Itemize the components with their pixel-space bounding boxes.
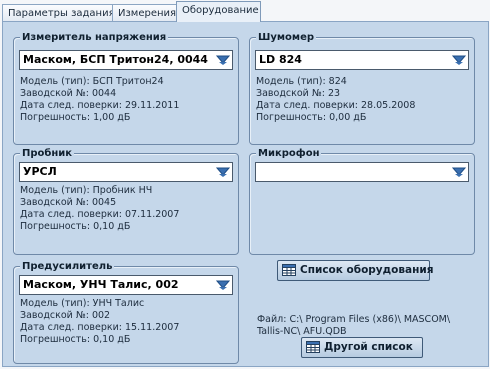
voltmeter-verification-date: Дата след. поверки: 29.11.2011 bbox=[20, 100, 180, 111]
voltmeter-select[interactable]: Маском, БСП Тритон24, 0044 bbox=[19, 50, 233, 70]
noisemeter-select[interactable]: LD 824 bbox=[255, 50, 469, 70]
noisemeter-verification-date: Дата след. поверки: 28.05.2008 bbox=[256, 100, 416, 111]
preamp-model: Модель (тип): УНЧ Талис bbox=[20, 298, 145, 309]
voltmeter-selected-value: Маском, БСП Тритон24, 0044 bbox=[23, 53, 208, 66]
dropdown-arrow-icon[interactable] bbox=[216, 166, 230, 178]
microphone-select[interactable] bbox=[255, 162, 469, 182]
table-list-icon bbox=[282, 264, 296, 276]
dropdown-arrow-icon[interactable] bbox=[216, 279, 230, 291]
noisemeter-selected-value: LD 824 bbox=[259, 53, 302, 66]
dropdown-arrow-icon[interactable] bbox=[216, 54, 230, 66]
probe-error: Погрешность: 0,10 дБ bbox=[20, 221, 131, 232]
tab-task-parameters[interactable]: Параметры задания bbox=[2, 4, 115, 21]
preamp-error: Погрешность: 0,10 дБ bbox=[20, 334, 131, 345]
probe-group-title: Пробник bbox=[20, 147, 75, 160]
other-list-button[interactable]: Другой список bbox=[301, 337, 423, 358]
noisemeter-group-title: Шумомер bbox=[256, 31, 317, 44]
voltmeter-group: Измеритель напряжения Маском, БСП Тритон… bbox=[13, 31, 239, 145]
preamp-selected-value: Маском, УНЧ Талис, 002 bbox=[23, 278, 179, 291]
preamp-group: Предусилитель Маском, УНЧ Талис, 002 Мод… bbox=[13, 260, 239, 364]
dropdown-arrow-icon[interactable] bbox=[452, 54, 466, 66]
noisemeter-group: Шумомер LD 824 Модель (тип): 824 Заводск… bbox=[249, 31, 475, 145]
probe-select[interactable]: УРСЛ bbox=[19, 162, 233, 182]
database-file-path: Файл: C:\ Program Files (x86)\ MASCOM\ T… bbox=[257, 314, 451, 337]
voltmeter-model: Модель (тип): БСП Тритон24 bbox=[20, 76, 164, 87]
dropdown-arrow-icon[interactable] bbox=[452, 166, 466, 178]
equipment-list-button[interactable]: Список оборудования bbox=[277, 260, 434, 281]
probe-group: Пробник УРСЛ Модель (тип): Пробник НЧ За… bbox=[13, 147, 239, 255]
noisemeter-error: Погрешность: 0,00 дБ bbox=[256, 112, 367, 123]
tab-measurements[interactable]: Измерения bbox=[112, 4, 177, 21]
other-list-button-label: Другой список bbox=[324, 341, 413, 353]
voltmeter-serial: Заводской №: 0044 bbox=[20, 88, 117, 99]
probe-serial: Заводской №: 0045 bbox=[20, 197, 117, 208]
preamp-select[interactable]: Маском, УНЧ Талис, 002 bbox=[19, 275, 233, 295]
noisemeter-serial: Заводской №: 23 bbox=[256, 88, 341, 99]
preamp-serial: Заводской №: 002 bbox=[20, 310, 111, 321]
equipment-panel: Измеритель напряжения Маском, БСП Тритон… bbox=[2, 21, 489, 367]
voltmeter-group-title: Измеритель напряжения bbox=[20, 31, 169, 44]
table-list-icon bbox=[306, 341, 320, 353]
noisemeter-model: Модель (тип): 824 bbox=[256, 76, 347, 87]
tab-equipment[interactable]: Оборудование bbox=[176, 1, 261, 22]
microphone-group-title: Микрофон bbox=[256, 147, 322, 160]
probe-verification-date: Дата след. поверки: 07.11.2007 bbox=[20, 209, 180, 220]
probe-model: Модель (тип): Пробник НЧ bbox=[20, 185, 153, 196]
preamp-verification-date: Дата след. поверки: 15.11.2007 bbox=[20, 322, 180, 333]
tab-bar: Параметры задания Измерения Оборудование bbox=[0, 0, 490, 22]
equipment-list-button-label: Список оборудования bbox=[300, 264, 434, 276]
probe-selected-value: УРСЛ bbox=[23, 165, 57, 178]
microphone-group: Микрофон bbox=[249, 147, 475, 255]
voltmeter-error: Погрешность: 1,00 дБ bbox=[20, 112, 131, 123]
preamp-group-title: Предусилитель bbox=[20, 260, 115, 273]
